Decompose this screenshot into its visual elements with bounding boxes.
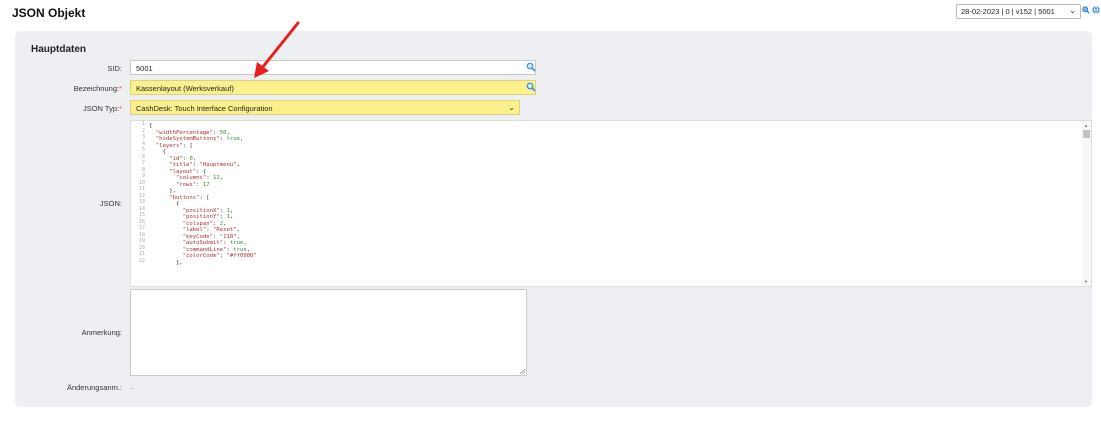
header-icons [1082,6,1100,14]
sid-value: 5001 [136,64,153,73]
search-icon[interactable] [526,62,536,72]
chevron-down-icon: ⌄ [508,103,515,112]
required-mark: * [119,84,122,93]
json-typ-value: CashDesk: Touch Interface Configuration [136,104,273,113]
bezeichnung-label: Bezeichnung:* [74,84,122,93]
bezeichnung-field[interactable]: Kassenlayout (Werksverkauf) [130,80,536,95]
line-number-gutter: 1 2 3 4 5 6 7 8 9 10 11 12 13 14 15 16 17 18 19 20 21 22 [131,121,147,286]
scrollbar-thumb[interactable] [1083,130,1090,138]
main-panel: Hauptdaten SID: 5001 Bezeichnung:* Kasse… [15,31,1092,407]
required-mark: * [119,104,122,113]
bezeichnung-label-text: Bezeichnung: [73,84,120,93]
globe-icon[interactable] [1092,6,1100,14]
editor-scrollbar[interactable]: ▲ ▼ [1082,121,1091,286]
json-code[interactable]: { "widthPercentage": 50, "hideSystemButt… [149,123,1079,266]
resize-grip-icon[interactable] [519,368,525,374]
version-select[interactable]: 28-02-2023 | 0 | v152 | 5001 ⌄ [956,4,1081,19]
line-number: 22 [138,257,145,264]
chevron-down-icon: ⌄ [1069,6,1076,15]
page-title: JSON Objekt [12,6,86,20]
scroll-down-icon[interactable]: ▼ [1084,279,1088,284]
aenderung-label: Änderungsanm.: [66,383,122,392]
json-label: JSON: [99,199,122,208]
anmerkung-textarea[interactable] [130,289,527,376]
sid-label: SID: [107,64,122,73]
search-icon[interactable] [526,82,536,92]
bezeichnung-value: Kassenlayout (Werksverkauf) [136,84,234,93]
json-typ-label: JSON Typ:* [83,104,122,113]
panel-title: Hauptdaten [31,44,86,55]
sid-field[interactable]: 5001 [130,60,536,75]
aenderung-value: . [131,382,134,391]
zoom-in-icon[interactable] [1082,6,1090,14]
json-editor[interactable]: 1 2 3 4 5 6 7 8 9 10 11 12 13 14 15 16 17 18 19 20 21 22 { "w… [130,120,1092,287]
json-typ-label-text: JSON Typ: [82,104,120,113]
scroll-up-icon[interactable]: ▲ [1084,123,1088,128]
code-line: }, [149,259,183,266]
version-select-value: 28-02-2023 | 0 | v152 | 5001 [961,7,1055,16]
anmerkung-label: Anmerkung: [81,328,122,337]
json-typ-select[interactable]: CashDesk: Touch Interface Configuration … [130,100,520,115]
